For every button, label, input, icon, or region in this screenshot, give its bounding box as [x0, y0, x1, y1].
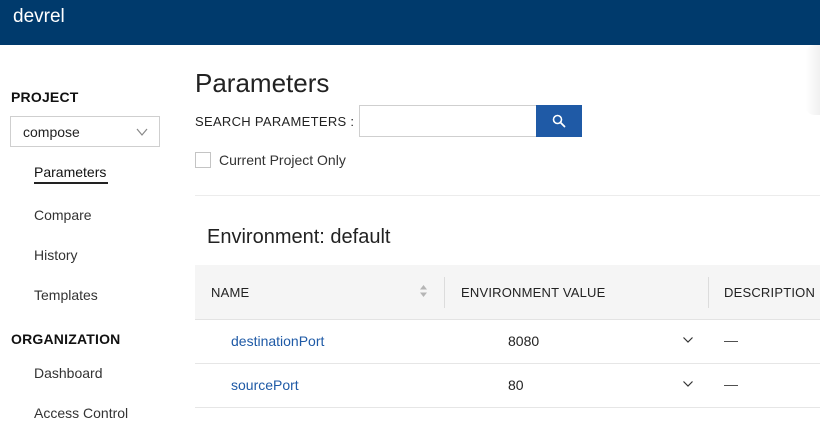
- column-header-environment-value[interactable]: ENVIRONMENT VALUE: [461, 285, 606, 300]
- environment-title: Environment: default: [207, 226, 391, 248]
- project-section-title: PROJECT: [11, 89, 79, 105]
- column-header-name[interactable]: NAME: [211, 285, 249, 300]
- parameter-name-link[interactable]: sourcePort: [231, 377, 299, 393]
- sidebar-item-parameters[interactable]: Parameters: [34, 164, 106, 180]
- column-separator: [444, 277, 445, 308]
- table-row: sourcePort 80 —: [195, 364, 820, 408]
- project-select-value: compose: [23, 124, 80, 140]
- sidebar-item-history[interactable]: History: [34, 247, 78, 263]
- main-content: Parameters SEARCH PARAMETERS : Current P…: [175, 45, 820, 446]
- chevron-down-icon[interactable]: [682, 335, 694, 345]
- column-header-description[interactable]: DESCRIPTION: [724, 285, 815, 300]
- search-icon: [552, 114, 566, 128]
- divider: [195, 195, 820, 196]
- sidebar-item-compare[interactable]: Compare: [34, 207, 92, 223]
- sidebar-item-templates[interactable]: Templates: [34, 287, 98, 303]
- table-row: destinationPort 8080 —: [195, 320, 820, 364]
- project-select[interactable]: compose: [10, 116, 160, 147]
- app-title[interactable]: devrel: [13, 6, 65, 28]
- organization-section-title: ORGANIZATION: [11, 331, 121, 347]
- current-project-only-label[interactable]: Current Project Only: [219, 152, 346, 168]
- parameter-value: 8080: [508, 333, 540, 349]
- search-label: SEARCH PARAMETERS :: [195, 114, 355, 129]
- parameter-description: —: [724, 376, 738, 392]
- search-input[interactable]: [359, 105, 537, 137]
- column-separator: [708, 277, 709, 308]
- chevron-down-icon[interactable]: [682, 379, 694, 389]
- search-button[interactable]: [536, 105, 582, 137]
- parameter-value: 80: [508, 377, 524, 393]
- edge-shadow: [805, 45, 820, 115]
- active-indicator: [34, 182, 108, 184]
- page-title: Parameters: [195, 68, 330, 98]
- parameter-name-link[interactable]: destinationPort: [231, 333, 324, 349]
- parameter-description: —: [724, 332, 738, 348]
- sidebar: PROJECT compose Parameters Compare Histo…: [0, 45, 175, 446]
- sidebar-item-dashboard[interactable]: Dashboard: [34, 365, 103, 381]
- table-header: NAME ENVIRONMENT VALUE DESCRIPTION: [195, 265, 820, 320]
- top-bar: devrel: [0, 0, 820, 45]
- sort-icon[interactable]: [419, 284, 428, 298]
- chevron-down-icon: [136, 128, 148, 136]
- current-project-only-checkbox[interactable]: [195, 152, 211, 168]
- sidebar-item-access-control[interactable]: Access Control: [34, 405, 128, 421]
